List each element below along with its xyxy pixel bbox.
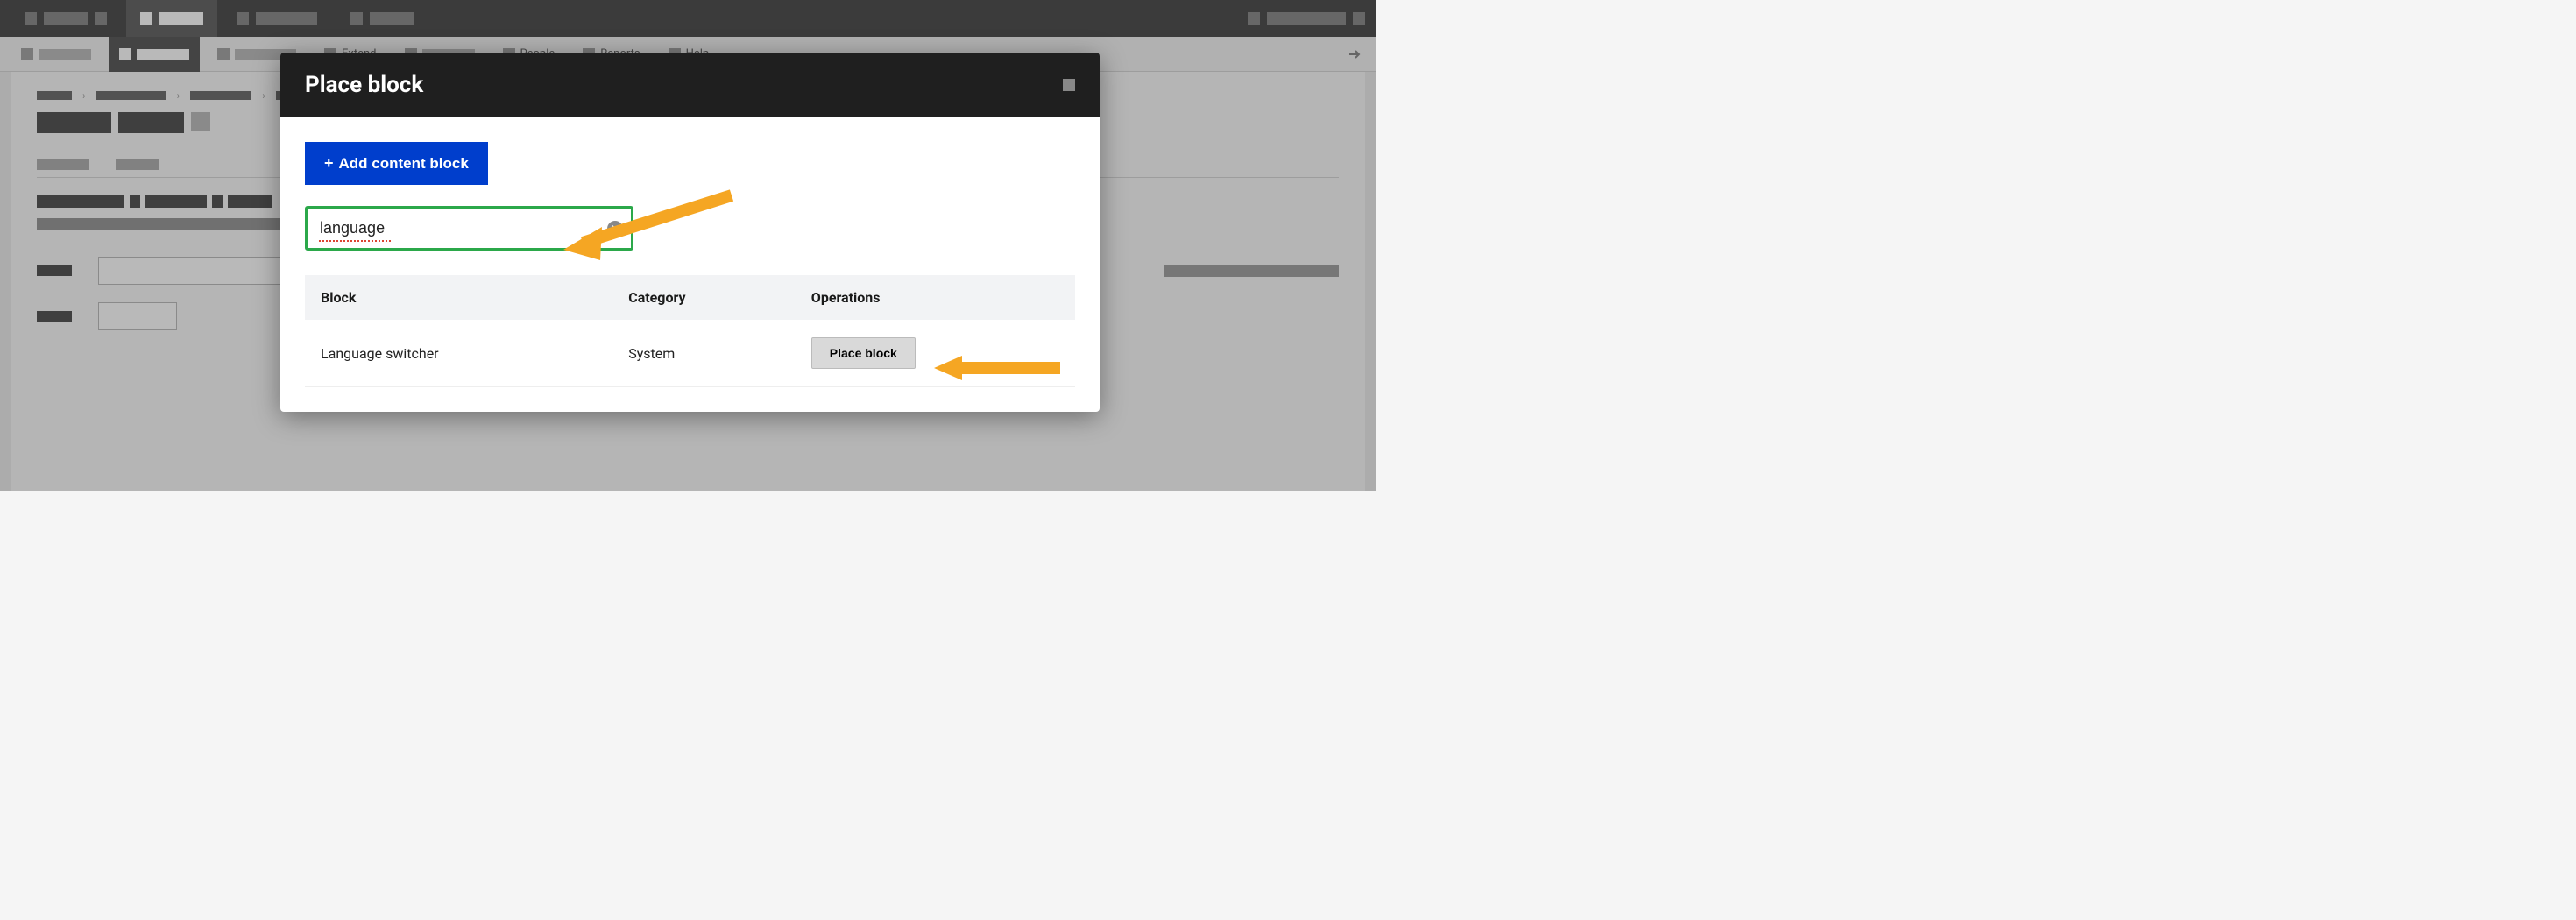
dialog-title: Place block (305, 72, 423, 98)
place-block-dialog: Place block + Add content block ✕ Block … (280, 53, 1100, 412)
spellcheck-underline (319, 240, 391, 242)
add-button-label: Add content block (339, 155, 469, 173)
col-block: Block (305, 275, 612, 320)
clear-input-icon[interactable]: ✕ (607, 221, 623, 237)
col-category: Category (612, 275, 796, 320)
dialog-header: Place block (280, 53, 1100, 117)
col-operations: Operations (796, 275, 1075, 320)
plus-icon: + (324, 154, 334, 173)
table-row: Language switcher System Place block (305, 320, 1075, 387)
block-category-cell: System (612, 320, 796, 387)
block-filter-input[interactable] (305, 206, 633, 251)
add-content-block-button[interactable]: + Add content block (305, 142, 488, 185)
blocks-table: Block Category Operations Language switc… (305, 275, 1075, 387)
place-block-button[interactable]: Place block (811, 337, 916, 369)
block-name-cell: Language switcher (305, 320, 612, 387)
close-icon[interactable] (1063, 79, 1075, 91)
